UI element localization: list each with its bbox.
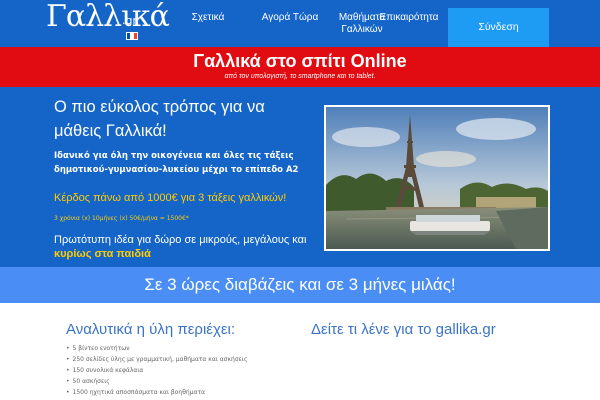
eiffel-tower-image: [324, 105, 550, 251]
hero-promo: Κέρδος πάνω από 1000€ για 3 τάξεις γαλλι…: [54, 192, 287, 204]
banner-subtitle: από τον υπολογιστή, το smartphone και το…: [224, 73, 376, 80]
list-item: 150 συνολικά κεφάλαια: [66, 365, 247, 376]
gift-text: Πρωτότυπη ιδέα για δώρο σε μικρούς, μεγά…: [54, 234, 307, 246]
content-section: Αναλυτικά η ύλη περιέχει: 5 βίντεο ενοτή…: [0, 303, 600, 400]
promo-banner: Γαλλικά στο σπίτι Online από τον υπολογι…: [0, 47, 600, 87]
logo-suffix: .gr: [122, 14, 138, 27]
nav-news[interactable]: Επικαιρότητα: [376, 12, 442, 24]
hero-section: Ο πιο εύκολος τρόπος για να μάθεις Γαλλι…: [0, 87, 600, 267]
nav-buy-now[interactable]: Αγορά Τώρα: [250, 12, 330, 24]
site-logo[interactable]: Γαλλικά .gr: [46, 0, 170, 42]
contents-title: Αναλυτικά η ύλη περιέχει:: [66, 321, 236, 338]
banner-title: Γαλλικά στο σπίτι Online: [193, 51, 407, 71]
slogan-bar: Σε 3 ώρες διαβάζεις και σε 3 μήνες μιλάς…: [0, 267, 600, 303]
testimonials-title: Δείτε τι λένε για το gallika.gr: [311, 321, 496, 338]
list-item: 50 ασκήσεις: [66, 376, 247, 387]
contents-list: 5 βίντεο ενοτήτων 250 σελίδες ύλης με γρ…: [66, 343, 248, 398]
login-button[interactable]: Σύνδεση: [448, 8, 549, 47]
french-flag-icon: [126, 32, 138, 40]
header: Γαλλικά .gr Σχετικά Αγορά Τώρα Μαθήματα …: [0, 0, 600, 48]
gift-highlight: κυρίως στα παιδιά: [54, 248, 151, 260]
nav-about[interactable]: Σχετικά: [178, 12, 238, 24]
hero-gift-text: Πρωτότυπη ιδέα για δώρο σε μικρούς, μεγά…: [54, 233, 324, 261]
hero-description: Ιδανικό για όλη την οικογένεια και όλες …: [54, 151, 299, 175]
hero-promo-calc: 3 χρόνια (x) 10μήνες (x) 50€/μήνα = 1500…: [54, 215, 189, 222]
logo-text: Γαλλικά: [46, 0, 170, 34]
hero-headline: Ο πιο εύκολος τρόπος για να μάθεις Γαλλι…: [54, 98, 265, 140]
list-item: 1500 ηχητικά αποσπάσματα και βοηθήματα: [66, 387, 247, 398]
eiffel-tower-illustration: [326, 107, 548, 249]
list-item: 5 βίντεο ενοτήτων: [66, 343, 247, 354]
list-item: 250 σελίδες ύλης με γραμματική, μαθήματα…: [66, 354, 248, 365]
